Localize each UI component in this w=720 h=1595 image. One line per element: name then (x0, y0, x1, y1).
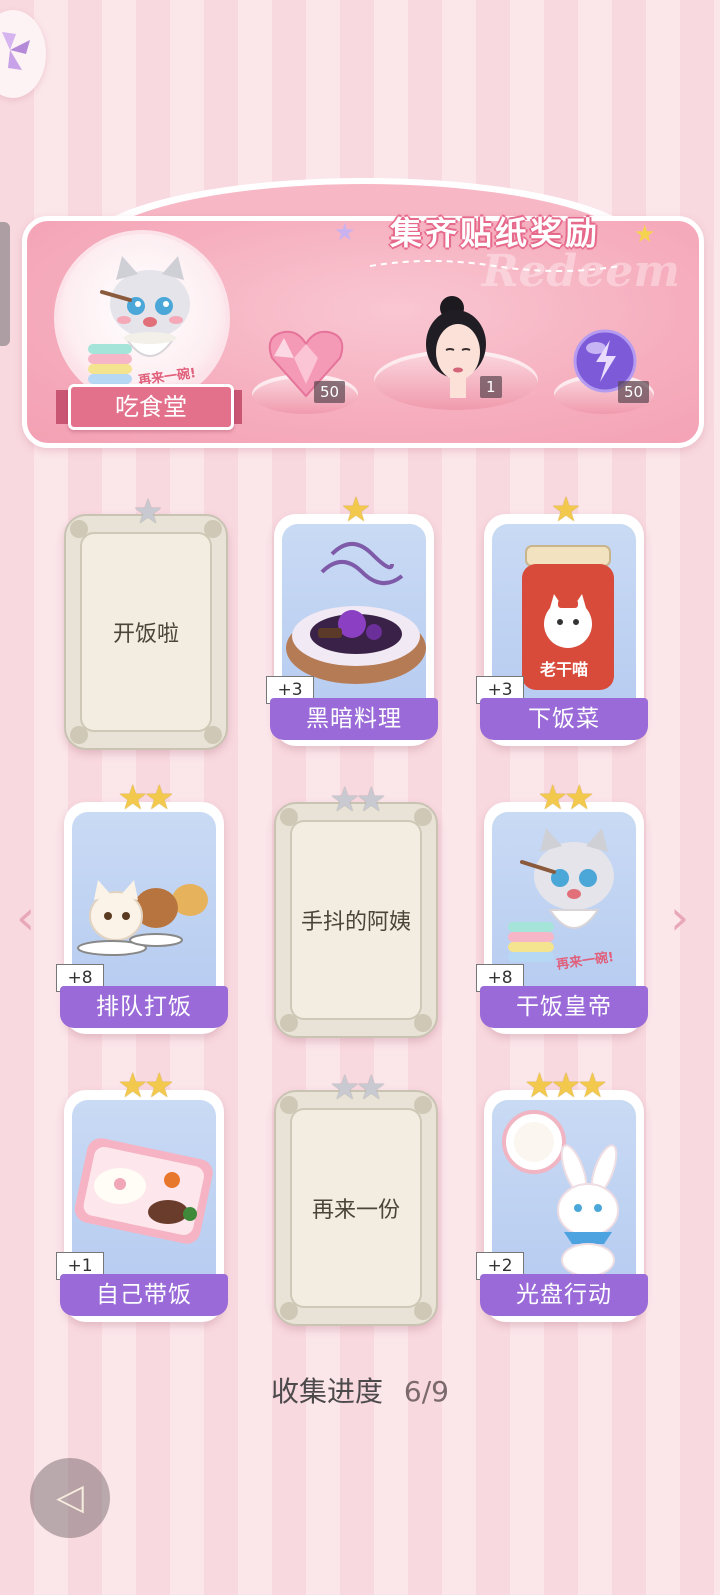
star-icon: ★ (634, 220, 656, 248)
card-name: 黑暗料理 (270, 698, 438, 740)
star-icon: ★ (329, 1068, 361, 1108)
corner-ornament (204, 726, 222, 744)
corner-ornament (280, 1302, 298, 1320)
corner-ornament (414, 1096, 432, 1114)
sticker-card-locked[interactable]: ★★ 再来一份 (274, 1070, 438, 1326)
corner-ornament (280, 808, 298, 826)
reward-count: 50 (618, 381, 650, 403)
star-rating: ★★★ (484, 1068, 644, 1104)
card-name: 干饭皇帝 (480, 986, 648, 1028)
corner-ornament (70, 520, 88, 538)
sticker-card-locked[interactable]: ★★ 手抖的阿姨 (274, 782, 438, 1038)
reward-banner: Redeem ★ 集齐贴纸奖励 ★ 再来一碗! 吃食堂 50 1 50 (14, 178, 704, 460)
star-rating: ★ (66, 494, 226, 530)
banner-title: ★ 集齐贴纸奖励 ★ (334, 208, 656, 272)
sticker-card-locked[interactable]: ★ 开饭啦 (64, 494, 228, 750)
pinwheel-icon (2, 32, 30, 70)
next-page-chevron-right-icon[interactable]: › (670, 890, 689, 946)
back-button[interactable]: ◁ (30, 1458, 110, 1538)
star-icon: ★ (334, 218, 356, 246)
cafeteria-emblem[interactable]: 再来一碗! (54, 230, 230, 406)
sticker-card[interactable]: ★★ 再来一碗! +8 干饭皇帝 (476, 780, 648, 1034)
star-rating: ★ (484, 492, 644, 528)
corner-ornament (280, 1014, 298, 1032)
sticker-card[interactable]: ★★ +1 自己带饭 (56, 1068, 228, 1322)
banner-title-text: 集齐贴纸奖励 (389, 214, 600, 252)
card-name: 再来一份 (311, 1198, 400, 1223)
sticker-card[interactable]: ★ 老干喵 +3 下饭菜 (476, 492, 648, 746)
prev-page-chevron-left-icon[interactable]: ‹ (16, 890, 35, 946)
reward-count: 50 (314, 381, 346, 403)
progress-value: 6/9 (403, 1375, 449, 1408)
menu-badge[interactable] (0, 10, 46, 98)
card-name: 自己带饭 (60, 1274, 228, 1316)
star-icon: ★ (356, 1068, 387, 1108)
cafeteria-label-ribbon: 吃食堂 (54, 382, 244, 430)
star-icon: ★ (356, 780, 387, 820)
card-name: 光盘行动 (480, 1274, 648, 1316)
card-name: 排队打饭 (60, 986, 228, 1028)
collection-progress: 收集进度 6/9 (0, 1370, 720, 1410)
progress-label: 收集进度 (271, 1375, 384, 1408)
corner-ornament (204, 520, 222, 538)
dashed-swirl (370, 260, 620, 272)
star-rating: ★ (274, 492, 434, 528)
star-rating: ★★ (276, 1070, 436, 1106)
star-rating: ★★ (64, 1068, 224, 1104)
card-name: 手抖的阿姨 (300, 910, 411, 935)
corner-ornament (414, 1014, 432, 1032)
back-arrow-icon: ◁ (56, 1477, 84, 1518)
side-drawer-handle[interactable] (0, 222, 10, 346)
star-icon: ★ (132, 492, 164, 532)
reward-count: 1 (480, 376, 502, 398)
card-placeholder: 手抖的阿姨 (290, 820, 422, 1020)
sticker-card[interactable]: ★ +3 黑暗料理 (266, 492, 438, 746)
card-name: 下饭菜 (480, 698, 648, 740)
corner-ornament (414, 808, 432, 826)
corner-ornament (280, 1096, 298, 1114)
cafeteria-label: 吃食堂 (68, 384, 234, 430)
card-name: 开饭啦 (112, 622, 179, 647)
card-placeholder: 再来一份 (290, 1108, 422, 1308)
star-rating: ★★ (276, 782, 436, 818)
corner-ornament (70, 726, 88, 744)
sticker-card[interactable]: ★★ +8 排队打饭 (56, 780, 228, 1034)
star-rating: ★★ (484, 780, 644, 816)
star-icon: ★ (329, 780, 361, 820)
star-rating: ★★ (64, 780, 224, 816)
card-placeholder: 开饭啦 (80, 532, 212, 732)
corner-ornament (414, 1302, 432, 1320)
sticker-card[interactable]: ★★★ +2 光盘行动 (476, 1068, 648, 1322)
